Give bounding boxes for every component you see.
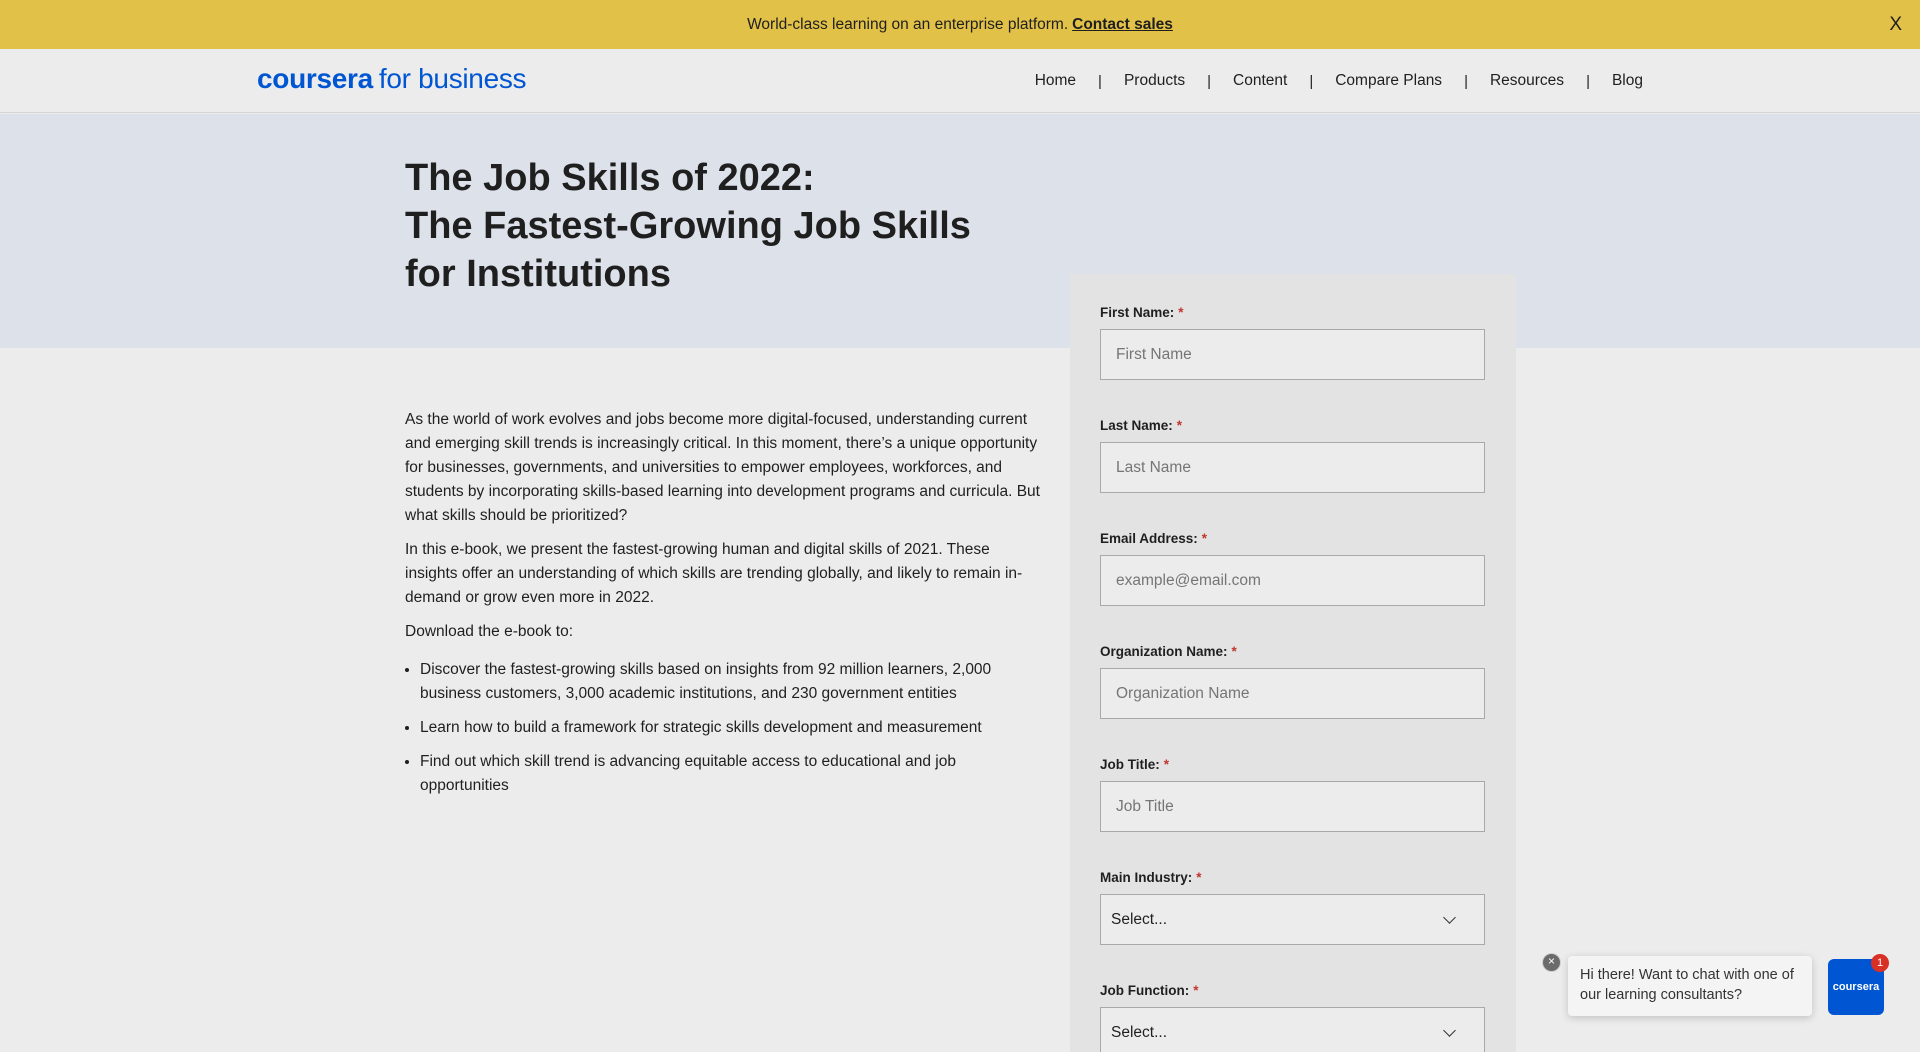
list-item: Find out which skill trend is advancing …	[420, 750, 1045, 798]
required-marker: *	[1201, 531, 1208, 546]
chat-close-icon[interactable]: ×	[1542, 953, 1561, 972]
job-function-select[interactable]: Select...	[1100, 1007, 1485, 1052]
page-title-line1: The Job Skills of 2022:	[405, 157, 815, 199]
required-marker: *	[1176, 418, 1183, 433]
required-marker: *	[1163, 757, 1170, 772]
nav-compare-plans[interactable]: Compare Plans	[1313, 72, 1464, 90]
hero-section: The Job Skills of 2022: The Fastest-Grow…	[0, 114, 1920, 348]
ebook-paragraph: In this e-book, we present the fastest-g…	[405, 541, 1023, 606]
job-function-field-group: Job Function: * Select...	[1100, 982, 1486, 1052]
required-marker: *	[1193, 983, 1199, 998]
main-industry-label: Main Industry: *	[1100, 870, 1202, 885]
email-field-group: Email Address: *	[1100, 530, 1486, 643]
first-name-input[interactable]	[1100, 329, 1485, 380]
chat-notification-badge: 1	[1871, 954, 1889, 972]
page-title-line2: The Fastest-Growing Job Skills for Insti…	[405, 205, 971, 295]
last-name-field-group: Last Name: *	[1100, 417, 1486, 530]
first-name-label: First Name: *	[1100, 305, 1184, 320]
required-marker: *	[1231, 644, 1237, 659]
main-industry-field-group: Main Industry: * Select...	[1100, 869, 1486, 982]
job-function-value: Select...	[1111, 1023, 1167, 1041]
main-industry-value: Select...	[1111, 910, 1167, 928]
required-marker: *	[1178, 305, 1184, 320]
contact-sales-link[interactable]: Contact sales	[1072, 16, 1173, 34]
last-name-label: Last Name: *	[1100, 418, 1183, 433]
organization-input[interactable]	[1100, 668, 1485, 719]
benefits-list: Discover the fastest-growing skills base…	[405, 658, 1045, 798]
job-title-field-group: Job Title: *	[1100, 756, 1486, 869]
job-function-label: Job Function: *	[1100, 983, 1199, 998]
page-title: The Job Skills of 2022: The Fastest-Grow…	[405, 154, 1025, 298]
job-title-input[interactable]	[1100, 781, 1485, 832]
required-marker: *	[1196, 870, 1202, 885]
organization-field-group: Organization Name: *	[1100, 643, 1486, 756]
main-industry-select[interactable]: Select...	[1100, 894, 1485, 945]
announcement-banner: World-class learning on an enterprise pl…	[0, 0, 1920, 49]
organization-label: Organization Name: *	[1100, 644, 1237, 659]
job-title-label: Job Title: *	[1100, 757, 1170, 772]
nav-products[interactable]: Products	[1102, 72, 1207, 90]
ebook-description: As the world of work evolves and jobs be…	[405, 408, 1045, 808]
email-input[interactable]	[1100, 555, 1485, 606]
intro-paragraph: As the world of work evolves and jobs be…	[405, 411, 1040, 524]
nav-content[interactable]: Content	[1211, 72, 1309, 90]
logo-brand: coursera	[257, 63, 373, 94]
main-nav: Home | Products | Content | Compare Plan…	[1013, 49, 1643, 113]
logo-suffix: for business	[378, 63, 527, 94]
chat-prompt-bubble[interactable]: Hi there! Want to chat with one of our l…	[1568, 956, 1812, 1016]
coursera-for-business-logo[interactable]: coursera for business	[257, 63, 527, 95]
email-label: Email Address: *	[1100, 531, 1208, 546]
last-name-input[interactable]	[1100, 442, 1485, 493]
banner-close-button[interactable]: X	[1889, 13, 1902, 37]
list-item: Learn how to build a framework for strat…	[420, 716, 1045, 740]
download-lead: Download the e-book to:	[405, 623, 574, 640]
list-item: Discover the fastest-growing skills base…	[420, 658, 1045, 706]
nav-home[interactable]: Home	[1013, 72, 1098, 90]
lead-form: First Name:* Last Name:* Email Address:*…	[1070, 274, 1516, 1052]
first-name-field-group: First Name: *	[1100, 304, 1486, 417]
nav-resources[interactable]: Resources	[1468, 72, 1586, 90]
nav-blog[interactable]: Blog	[1590, 72, 1643, 90]
chevron-down-icon	[1443, 910, 1456, 924]
site-header: coursera for business Home | Products | C…	[0, 49, 1920, 113]
banner-text: World-class learning on an enterprise pl…	[747, 15, 1069, 33]
chevron-down-icon	[1443, 1023, 1456, 1037]
